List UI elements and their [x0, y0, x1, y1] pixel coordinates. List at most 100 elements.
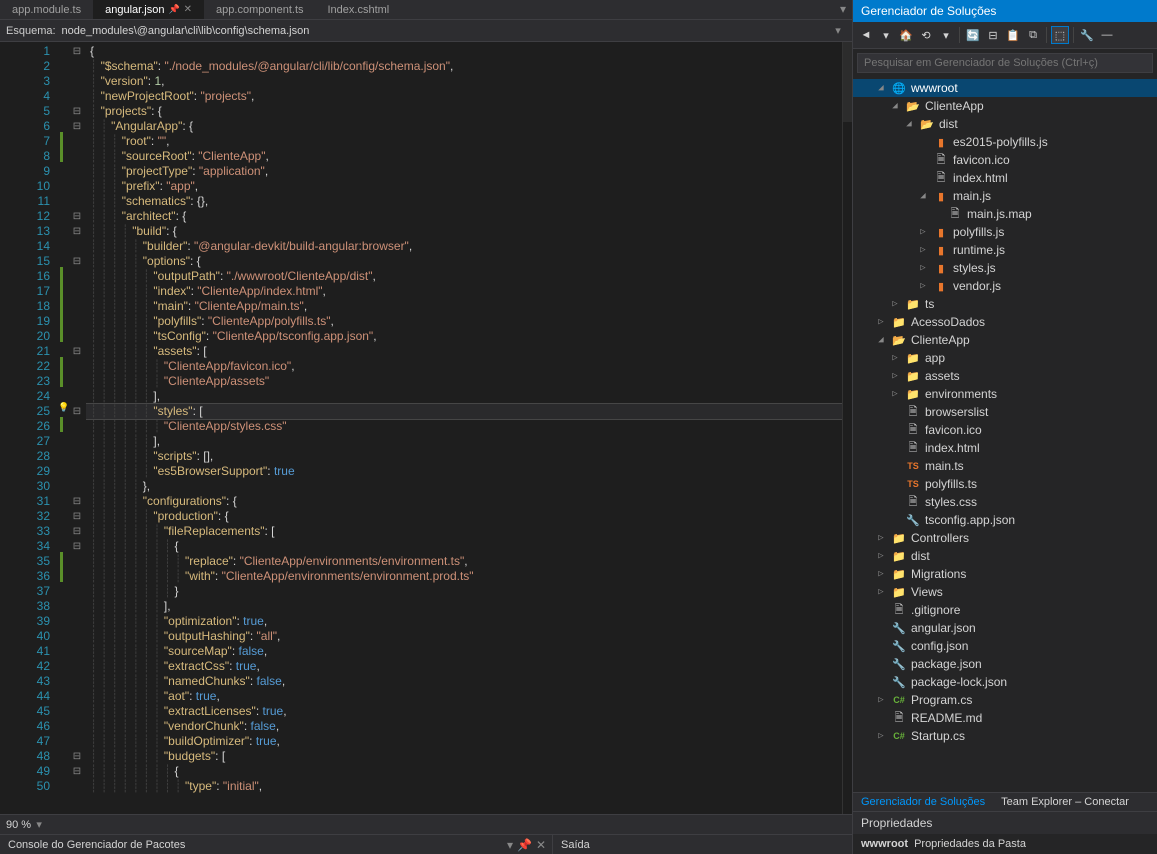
code-line[interactable]: ┊ ┊ ┊ ┊ ┊ "builder": "@angular-devkit/bu… — [86, 239, 842, 254]
code-line[interactable]: ┊ ┊ ┊ ┊ ┊ ┊ "outputPath": "./wwwroot/Cli… — [86, 269, 842, 284]
fold-toggle[interactable]: ⊟ — [68, 404, 86, 419]
copy-icon[interactable]: ⧉ — [1024, 26, 1042, 44]
chevron-down-icon[interactable]: ▾ — [31, 818, 47, 831]
fold-toggle[interactable]: ⊟ — [68, 254, 86, 269]
code-line[interactable]: ┊ ┊ "AngularApp": { — [86, 119, 842, 134]
tree-node[interactable]: ▷▮styles.js — [853, 259, 1157, 277]
expand-icon[interactable]: ▷ — [917, 245, 929, 255]
code-line[interactable]: ┊ ┊ ┊ ┊ ┊ ┊ ┊ "namedChunks": false, — [86, 674, 842, 689]
tree-node[interactable]: ◢📂dist — [853, 115, 1157, 133]
code-line[interactable]: ┊ ┊ ┊ ┊ ┊ ┊ ┊ "ClienteApp/styles.css" — [86, 419, 842, 434]
forward-icon[interactable]: ▾ — [877, 26, 895, 44]
code-line[interactable]: ┊ ┊ ┊ ┊ ┊ ┊ ┊ "ClienteApp/assets" — [86, 374, 842, 389]
fold-toggle[interactable]: ⊟ — [68, 224, 86, 239]
tree-node[interactable]: ▷📁app — [853, 349, 1157, 367]
code-line[interactable]: ┊ ┊ ┊ ┊ ┊ ┊ ┊ "sourceMap": false, — [86, 644, 842, 659]
fold-toggle[interactable]: ⊟ — [68, 119, 86, 134]
code-line[interactable]: ┊ ┊ ┊ ┊ "build": { — [86, 224, 842, 239]
fold-toggle[interactable]: ⊟ — [68, 104, 86, 119]
code-line[interactable]: ┊ ┊ ┊ ┊ ┊ "options": { — [86, 254, 842, 269]
properties-icon[interactable]: 🔧 — [1078, 26, 1096, 44]
editor-tab[interactable]: app.module.ts — [0, 0, 93, 19]
code-editor[interactable]: 1234567891011121314151617181920212223242… — [0, 42, 852, 814]
expand-icon[interactable]: ◢ — [917, 191, 929, 201]
minimap-thumb[interactable] — [843, 42, 852, 122]
code-line[interactable]: ┊ ┊ ┊ "architect": { — [86, 209, 842, 224]
solution-tree[interactable]: ◢🌐wwwroot◢📂ClienteApp◢📂dist▮es2015-polyf… — [853, 77, 1157, 792]
expand-icon[interactable]: ▷ — [889, 371, 901, 381]
code-line[interactable]: ┊ ┊ ┊ "prefix": "app", — [86, 179, 842, 194]
expand-icon[interactable]: ▷ — [875, 317, 887, 327]
dropdown-icon[interactable]: ▾ — [937, 26, 955, 44]
tree-node[interactable]: 🗎main.js.map — [853, 205, 1157, 223]
pin-icon[interactable]: 📌 — [168, 4, 179, 15]
fold-toggle[interactable]: ⊟ — [68, 494, 86, 509]
fold-gutter[interactable]: ⊟⊟⊟⊟⊟⊟⊟⊟⊟⊟⊟⊟⊟⊟ — [68, 42, 86, 814]
fold-toggle[interactable]: ⊟ — [68, 764, 86, 779]
editor-tab[interactable]: angular.json 📌 ✕ — [93, 0, 204, 19]
code-line[interactable]: ┊ ┊ ┊ ┊ ┊ ┊ "scripts": [], — [86, 449, 842, 464]
expand-icon[interactable]: ▷ — [875, 569, 887, 579]
code-line[interactable]: ┊ ┊ ┊ ┊ ┊ ┊ ┊ ┊ ┊ "type": "initial", — [86, 779, 842, 794]
code-line[interactable]: { — [86, 44, 842, 59]
expand-icon[interactable]: ◢ — [889, 101, 901, 111]
code-line[interactable]: ┊ ┊ ┊ "root": "", — [86, 134, 842, 149]
code-line[interactable]: ┊ "projects": { — [86, 104, 842, 119]
code-line[interactable]: ┊ ┊ ┊ ┊ ┊ ┊ "tsConfig": "ClienteApp/tsco… — [86, 329, 842, 344]
tree-node[interactable]: ▷📁ts — [853, 295, 1157, 313]
expand-icon[interactable]: ▷ — [875, 533, 887, 543]
chevron-down-icon[interactable]: ▾ — [830, 24, 846, 37]
code-line[interactable]: ┊ ┊ ┊ ┊ ┊ ┊ ┊ ┊ { — [86, 539, 842, 554]
pin-icon[interactable]: 📌 — [517, 838, 532, 852]
expand-icon[interactable]: ▷ — [889, 389, 901, 399]
search-input[interactable] — [857, 53, 1153, 73]
code-line[interactable]: ┊ ┊ ┊ ┊ ┊ ┊ ┊ "vendorChunk": false, — [86, 719, 842, 734]
code-line[interactable]: ┊ ┊ ┊ ┊ ┊ ┊ ┊ ┊ ┊ "with": "ClienteApp/en… — [86, 569, 842, 584]
solution-explorer-tab[interactable]: Gerenciador de Soluções — [853, 793, 993, 811]
code-line[interactable]: ┊ ┊ ┊ ┊ ┊ ┊ "index": "ClienteApp/index.h… — [86, 284, 842, 299]
tree-node[interactable]: ▷📁Migrations — [853, 565, 1157, 583]
code-line[interactable]: ┊ ┊ ┊ ┊ ┊ ┊ ┊ "budgets": [ — [86, 749, 842, 764]
code-line[interactable]: ┊ ┊ ┊ ┊ ┊ ┊ ], — [86, 434, 842, 449]
tree-node[interactable]: TSmain.ts — [853, 457, 1157, 475]
expand-icon[interactable]: ▷ — [889, 353, 901, 363]
expand-icon[interactable]: ◢ — [875, 335, 887, 345]
fold-toggle[interactable]: ⊟ — [68, 539, 86, 554]
editor-tab[interactable]: app.component.ts — [204, 0, 315, 19]
code-line[interactable]: ┊ ┊ ┊ "schematics": {}, — [86, 194, 842, 209]
tree-node[interactable]: ▷📁Controllers — [853, 529, 1157, 547]
expand-icon[interactable]: ▷ — [875, 551, 887, 561]
code-line[interactable]: ┊ ┊ ┊ "sourceRoot": "ClienteApp", — [86, 149, 842, 164]
code-line[interactable]: ┊ ┊ ┊ ┊ ┊ ┊ ┊ "extractCss": true, — [86, 659, 842, 674]
close-icon[interactable]: ✕ — [536, 838, 546, 852]
code-line[interactable]: ┊ ┊ ┊ ┊ ┊ ┊ "main": "ClienteApp/main.ts"… — [86, 299, 842, 314]
tree-node[interactable]: ▷C#Program.cs — [853, 691, 1157, 709]
fold-toggle[interactable]: ⊟ — [68, 749, 86, 764]
fold-toggle[interactable]: ⊟ — [68, 344, 86, 359]
tree-node[interactable]: 🔧config.json — [853, 637, 1157, 655]
output-panel-tab[interactable]: Saída — [552, 835, 852, 854]
close-icon[interactable]: ✕ — [184, 4, 192, 15]
code-line[interactable]: ┊ "$schema": "./node_modules/@angular/cl… — [86, 59, 842, 74]
expand-icon[interactable]: ▷ — [917, 281, 929, 291]
code-line[interactable]: ┊ ┊ ┊ ┊ ┊ ┊ ┊ "outputHashing": "all", — [86, 629, 842, 644]
tree-node[interactable]: ▷▮vendor.js — [853, 277, 1157, 295]
tree-node[interactable]: 🔧tsconfig.app.json — [853, 511, 1157, 529]
expand-icon[interactable]: ▷ — [917, 263, 929, 273]
back-icon[interactable]: ◄ — [857, 26, 875, 44]
tree-node[interactable]: ▷C#Startup.cs — [853, 727, 1157, 745]
tree-node[interactable]: ▷📁dist — [853, 547, 1157, 565]
collapse-icon[interactable]: ⊟ — [984, 26, 1002, 44]
tree-node[interactable]: 🗎browserslist — [853, 403, 1157, 421]
expand-icon[interactable]: ◢ — [875, 83, 887, 93]
code-line[interactable]: ┊ ┊ ┊ "projectType": "application", — [86, 164, 842, 179]
code-line[interactable]: ┊ ┊ ┊ ┊ ┊ ┊ "es5BrowserSupport": true — [86, 464, 842, 479]
tree-node[interactable]: 🔧angular.json — [853, 619, 1157, 637]
code-line[interactable]: ┊ "version": 1, — [86, 74, 842, 89]
tree-node[interactable]: 🗎.gitignore — [853, 601, 1157, 619]
code-line[interactable]: ┊ ┊ ┊ ┊ ┊ ┊ "assets": [ — [86, 344, 842, 359]
code-line[interactable]: ┊ ┊ ┊ ┊ ┊ ┊ "production": { — [86, 509, 842, 524]
tree-node[interactable]: ▷📁environments — [853, 385, 1157, 403]
view-icon[interactable]: ⬚ — [1051, 26, 1069, 44]
tree-node[interactable]: ▷▮runtime.js — [853, 241, 1157, 259]
